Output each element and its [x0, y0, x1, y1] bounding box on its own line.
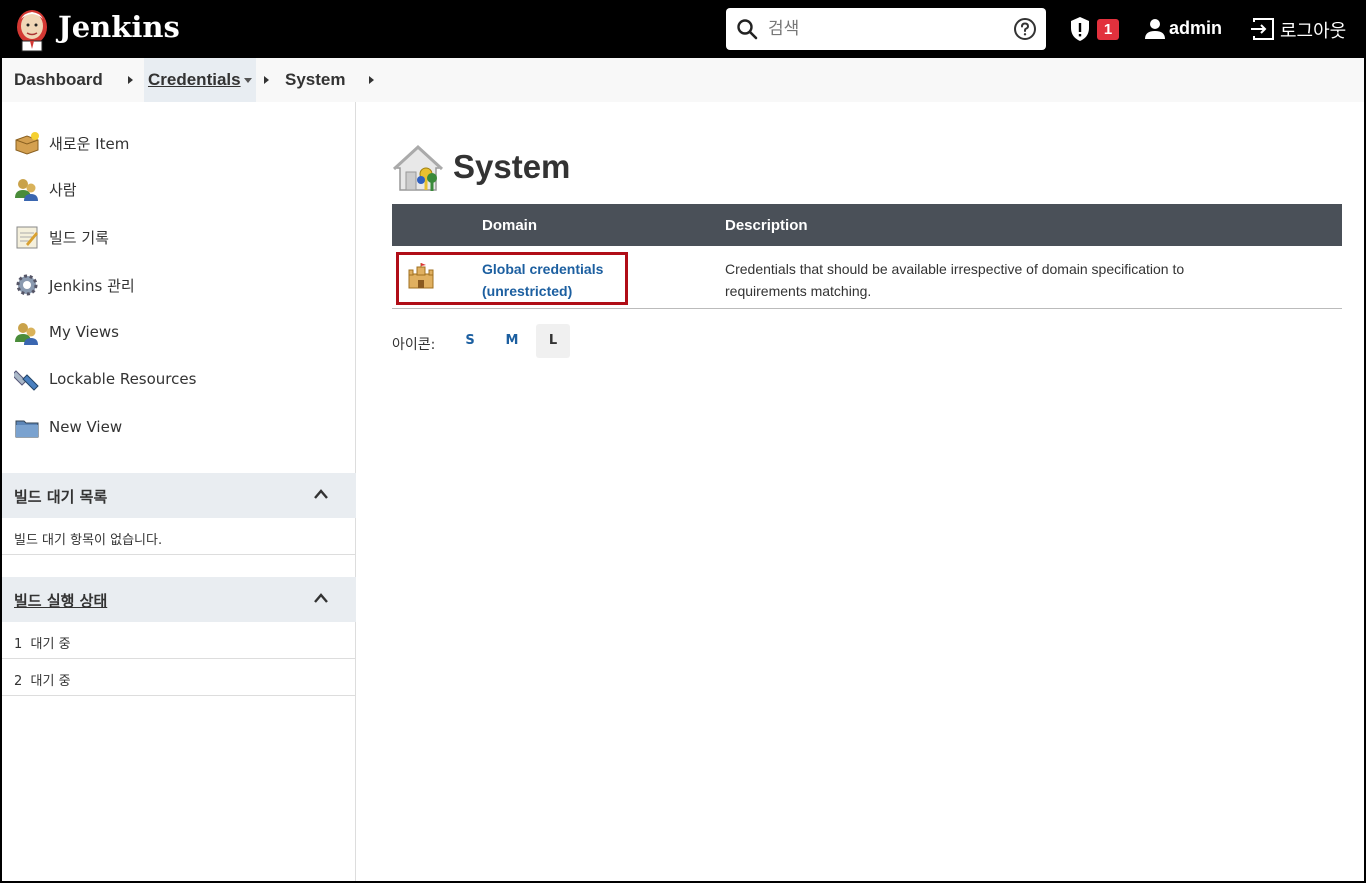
sidebar-item-label: 사람: [49, 181, 77, 199]
main-content: System Domain Description Global credent…: [358, 102, 1364, 881]
table-row: Global credentials (unrestricted) Creden…: [392, 246, 1342, 309]
folder-icon: [15, 420, 39, 438]
help-icon[interactable]: [1013, 17, 1037, 41]
chevron-up-icon[interactable]: [313, 488, 329, 500]
executor-status-title[interactable]: 빌드 실행 상태: [14, 590, 107, 611]
highlight-box: [396, 252, 628, 305]
domain-description: Credentials that should be available irr…: [725, 261, 1185, 299]
sidebar: 새로운 Item 사람 빌드 기록 Jenkins 관리 My Views Lo…: [2, 102, 356, 881]
chevron-down-icon[interactable]: [244, 78, 252, 83]
credentials-store-icon: [392, 144, 444, 191]
sidebar-item-my-views[interactable]: My Views: [14, 318, 334, 348]
breadcrumb-separator-icon[interactable]: [264, 76, 269, 84]
sidebar-item-label: Jenkins 관리: [49, 277, 135, 295]
domains-table: Domain Description Global credentials (u…: [392, 204, 1342, 309]
user-icon[interactable]: [1144, 18, 1166, 40]
icon-size-label: 아이콘:: [392, 337, 436, 353]
icon-size-medium[interactable]: M: [495, 324, 529, 358]
gear-icon: [16, 274, 38, 296]
user-name[interactable]: admin: [1169, 18, 1222, 39]
sidebar-item-lockable-resources[interactable]: Lockable Resources: [14, 365, 334, 395]
sidebar-item-people[interactable]: 사람: [14, 174, 334, 204]
column-header-description[interactable]: Description: [725, 217, 808, 234]
build-queue-header[interactable]: 빌드 대기 목록: [2, 473, 356, 518]
column-header-domain[interactable]: Domain: [482, 217, 537, 234]
breadcrumb-system[interactable]: System: [285, 70, 345, 90]
breadcrumb: Dashboard Credentials System: [2, 58, 1364, 102]
security-badge[interactable]: 1: [1097, 19, 1119, 40]
sidebar-item-build-history[interactable]: 빌드 기록: [14, 222, 334, 252]
search-icon: [737, 19, 758, 40]
people-icon: [15, 323, 38, 345]
sidebar-item-manage-jenkins[interactable]: Jenkins 관리: [14, 270, 334, 300]
usb-icon: [14, 370, 39, 391]
search-input[interactable]: [768, 16, 998, 42]
sidebar-item-label: 빌드 기록: [49, 229, 109, 247]
notepad-icon: [16, 226, 38, 249]
executor-row: 2 대기 중: [2, 659, 356, 696]
new-item-icon: [15, 132, 39, 155]
breadcrumb-separator-icon[interactable]: [128, 76, 133, 84]
jenkins-logo[interactable]: [14, 7, 50, 53]
sidebar-item-label: Lockable Resources: [49, 370, 197, 388]
search-box: [726, 8, 1046, 50]
sidebar-item-label: 새로운 Item: [49, 135, 130, 153]
sidebar-item-new-item[interactable]: 새로운 Item: [14, 128, 334, 158]
chevron-up-icon[interactable]: [313, 592, 329, 604]
page-title: System: [453, 148, 571, 185]
breadcrumb-credentials[interactable]: Credentials: [148, 70, 241, 90]
build-queue-empty: 빌드 대기 항목이 없습니다.: [2, 518, 356, 555]
brand-name[interactable]: Jenkins: [58, 10, 180, 44]
sidebar-item-label: My Views: [49, 323, 119, 341]
top-header: Jenkins 1 admin 로그아웃: [2, 2, 1364, 58]
sidebar-item-label: New View: [49, 418, 123, 436]
icon-size-small[interactable]: S: [453, 324, 487, 358]
icon-size-large[interactable]: L: [536, 324, 570, 358]
build-queue-title: 빌드 대기 목록: [14, 488, 108, 506]
executor-status-header[interactable]: 빌드 실행 상태: [2, 577, 356, 622]
sidebar-item-new-view[interactable]: New View: [14, 413, 334, 443]
table-header: Domain Description: [392, 204, 1342, 246]
breadcrumb-dashboard[interactable]: Dashboard: [14, 70, 103, 90]
logout-icon[interactable]: [1250, 17, 1276, 41]
people-icon: [15, 179, 38, 201]
security-shield-icon[interactable]: [1069, 16, 1091, 42]
logout-link[interactable]: 로그아웃: [1280, 17, 1346, 43]
breadcrumb-separator-icon[interactable]: [369, 76, 374, 84]
executor-row: 1 대기 중: [2, 622, 356, 659]
